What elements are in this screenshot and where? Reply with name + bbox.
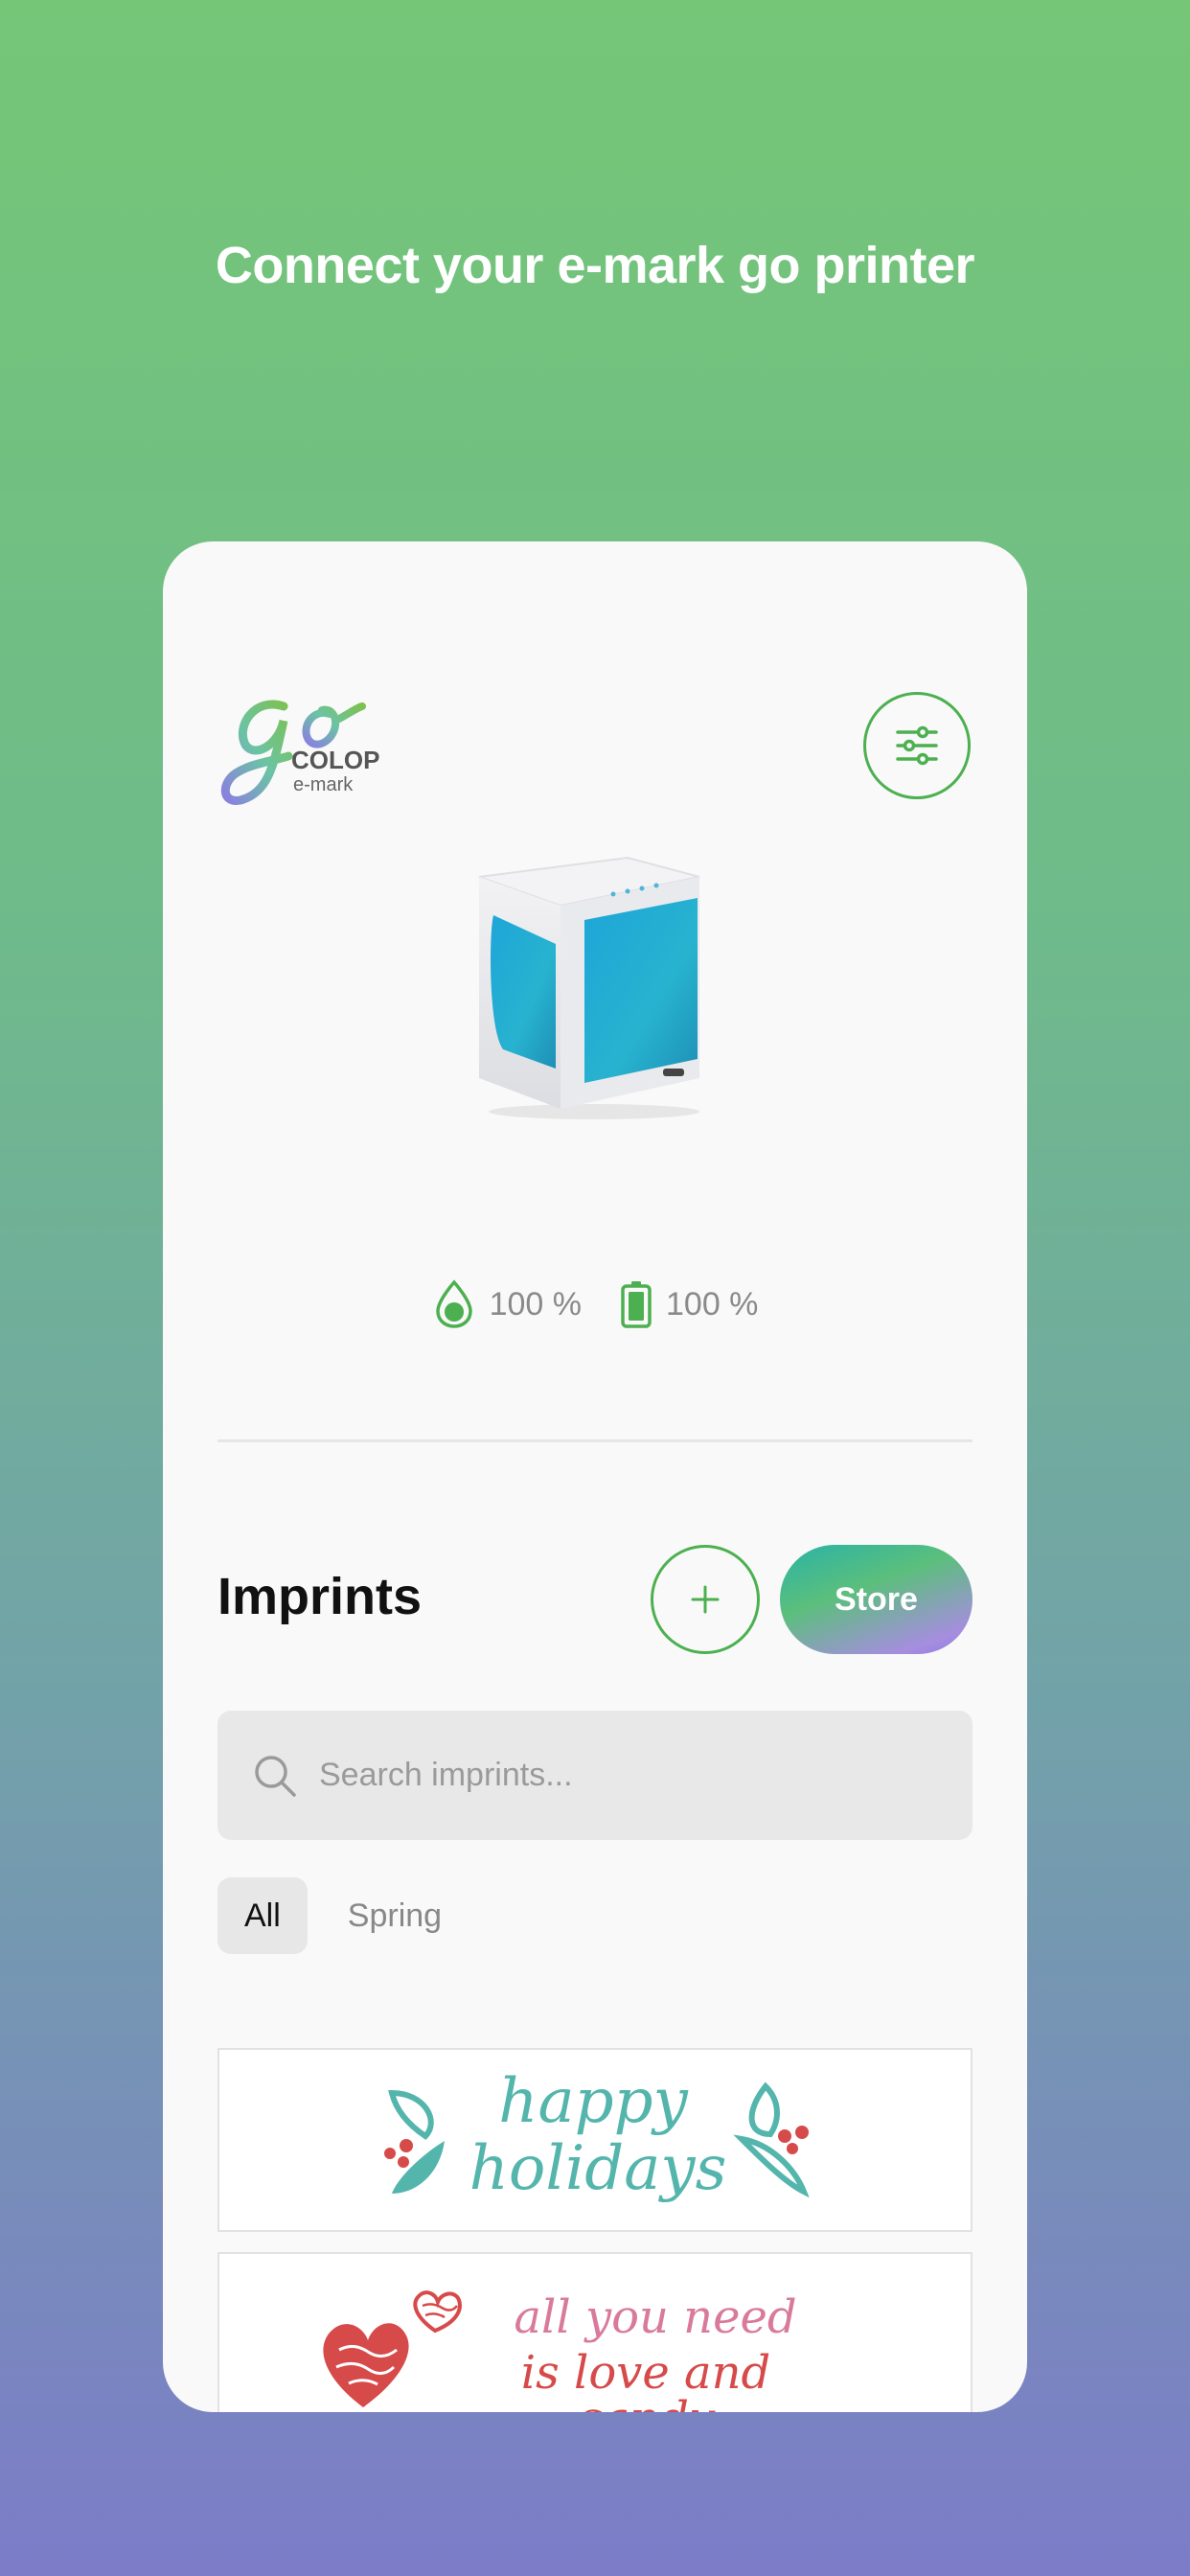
imprint-text-line2: is love and candy bbox=[520, 2346, 771, 2412]
page-title: Connect your e-mark go printer bbox=[215, 237, 975, 294]
brand-text: COLOP bbox=[291, 746, 379, 774]
battery-status: 100 % bbox=[620, 1279, 758, 1329]
printer-card: COLOP e-mark 100 % 100 % Imprints Store … bbox=[163, 541, 1027, 2412]
filter-chip-all[interactable]: All bbox=[217, 1877, 308, 1954]
battery-icon bbox=[621, 1281, 652, 1328]
imprint-card[interactable]: happy holidays bbox=[217, 2048, 973, 2232]
plus-icon bbox=[691, 1585, 720, 1614]
imprint-text-line1: happy bbox=[498, 2066, 688, 2137]
colop-go-logo: COLOP e-mark bbox=[217, 687, 379, 812]
search-bar[interactable] bbox=[217, 1711, 973, 1840]
ink-drop-icon bbox=[435, 1279, 472, 1328]
imprints-heading: Imprints bbox=[217, 1568, 423, 1625]
filter-chip-spring[interactable]: Spring bbox=[321, 1877, 469, 1954]
filter-chips: All Spring bbox=[217, 1877, 469, 1954]
search-input[interactable] bbox=[317, 1756, 934, 1795]
battery-level-text: 100 % bbox=[666, 1285, 759, 1322]
ink-level-text: 100 % bbox=[489, 1285, 582, 1322]
add-imprint-button[interactable] bbox=[651, 1545, 760, 1654]
divider bbox=[217, 1439, 973, 1442]
imprint-text-line1: all you need bbox=[514, 2290, 797, 2344]
brand-sub-text: e-mark bbox=[293, 774, 354, 795]
search-icon bbox=[252, 1753, 298, 1799]
ink-status: 100 % bbox=[432, 1279, 582, 1329]
leaf-decoration-right bbox=[733, 2082, 810, 2198]
leaf-decoration-left bbox=[384, 2089, 445, 2194]
printer-status: 100 % 100 % bbox=[163, 1279, 1027, 1329]
sliders-icon bbox=[896, 725, 938, 766]
settings-button[interactable] bbox=[863, 692, 971, 799]
store-button[interactable]: Store bbox=[780, 1545, 973, 1654]
printer-image bbox=[450, 839, 738, 1126]
imprint-text-line2: holidays bbox=[469, 2133, 727, 2204]
imprint-card[interactable]: all you need is love and candy bbox=[217, 2252, 973, 2412]
